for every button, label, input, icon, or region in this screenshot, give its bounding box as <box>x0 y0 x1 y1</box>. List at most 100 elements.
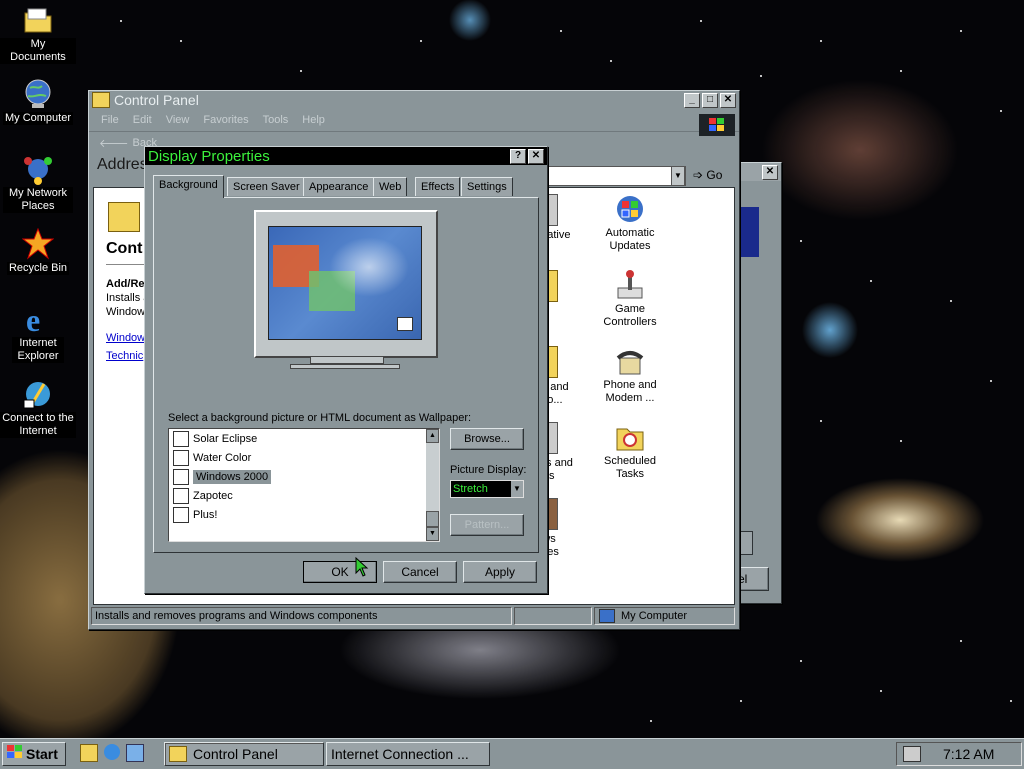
network-icon <box>22 153 54 185</box>
picture-display-select[interactable]: Stretch ▼ <box>450 480 524 498</box>
quick-launch <box>80 744 144 762</box>
clock[interactable]: 7:12 AM <box>943 746 994 762</box>
taskbar <box>0 738 1024 769</box>
desktop-icon-recycle-bin[interactable]: Recycle Bin <box>0 227 76 275</box>
scheduled-tasks-icon <box>614 422 646 452</box>
cp-item-scheduled-tasks[interactable]: Scheduled Tasks <box>590 422 670 481</box>
menu-bar: File Edit View Favorites Tools Help <box>89 109 739 136</box>
taskbar-button-internet-connection[interactable]: Internet Connection ... <box>326 742 490 766</box>
list-item[interactable]: Water Color <box>169 448 439 467</box>
dialog-title: Display Properties <box>148 147 270 165</box>
monitor-stand <box>310 356 384 364</box>
chevron-down-icon[interactable]: ▼ <box>511 481 523 497</box>
pattern-button[interactable]: Pattern... <box>450 514 524 536</box>
menu-help[interactable]: Help <box>302 114 325 126</box>
window-title: Control Panel <box>114 92 199 108</box>
address-dropdown[interactable]: ▼ <box>671 166 685 186</box>
menu-edit[interactable]: Edit <box>133 114 152 126</box>
svg-text:e: e <box>26 303 40 335</box>
maximize-button[interactable]: □ <box>702 92 718 108</box>
control-panel-large-icon <box>108 202 140 232</box>
cancel-button[interactable]: Cancel <box>383 561 457 583</box>
menu-tools[interactable]: Tools <box>263 114 289 126</box>
monitor-preview <box>254 210 438 369</box>
connect-icon <box>22 378 54 410</box>
status-text: Installs and removes programs and Window… <box>91 607 512 625</box>
tab-effects[interactable]: Effects <box>415 177 461 196</box>
address-field[interactable] <box>544 166 686 186</box>
control-panel-titlebar[interactable]: Control Panel _ □ ✕ <box>89 91 739 109</box>
picture-display-label: Picture Display: <box>450 464 527 476</box>
cp-item-automatic-updates[interactable]: Automatic Updates <box>590 194 670 253</box>
dialog-titlebar[interactable]: Display Properties ? ✕ <box>145 147 547 165</box>
my-computer-small-icon <box>599 609 615 623</box>
cancel-button-fragment[interactable]: el <box>737 567 769 591</box>
folder-icon <box>22 4 54 36</box>
close-button[interactable]: ✕ <box>762 164 778 180</box>
windows-flag-icon <box>397 317 413 331</box>
menu-favorites[interactable]: Favorites <box>203 114 248 126</box>
status-zone: My Computer <box>594 607 735 625</box>
tab-web[interactable]: Web <box>373 177 408 196</box>
minimize-button[interactable]: _ <box>684 92 700 108</box>
close-button[interactable]: ✕ <box>720 92 736 108</box>
list-item[interactable]: Solar Eclipse <box>169 429 439 448</box>
wallpaper-preview <box>268 226 422 340</box>
back-arrow-icon[interactable]: 🡐 <box>99 136 129 150</box>
control-panel-small-icon <box>169 746 187 762</box>
status-middle-pane <box>514 607 592 625</box>
taskbar-button-control-panel[interactable]: Control Panel <box>164 742 324 766</box>
menu-file[interactable]: File <box>101 114 119 126</box>
scroll-down-button[interactable]: ▼ <box>426 527 439 541</box>
desktop-icon-connect-to-internet[interactable]: Connect to the Internet <box>0 378 76 438</box>
tab-strip: Background Screen Saver Appearance Web E… <box>153 175 543 198</box>
vertical-scrollbar[interactable]: ▲ ▼ <box>426 429 439 541</box>
network-tray-icon[interactable] <box>903 746 921 762</box>
scroll-up-button[interactable]: ▲ <box>426 429 439 443</box>
html-document-icon <box>173 449 189 466</box>
browse-button[interactable]: Browse... <box>450 428 524 450</box>
apply-button[interactable]: Apply <box>463 561 537 583</box>
windows-flag-icon <box>7 743 23 765</box>
list-item[interactable]: Zapotec <box>169 486 439 505</box>
tab-background[interactable]: Background <box>153 175 224 198</box>
outlook-express-icon[interactable] <box>126 744 144 762</box>
tab-settings[interactable]: Settings <box>461 177 513 196</box>
go-button[interactable]: ➩ Go <box>693 166 722 184</box>
desktop-icon-my-computer[interactable]: My Computer <box>0 78 76 125</box>
desktop-icon-my-network-places[interactable]: My Network Places <box>0 153 76 213</box>
html-document-icon <box>173 487 189 504</box>
computer-icon <box>22 78 54 110</box>
left-pane-desc2: Window <box>106 306 146 318</box>
tab-screen-saver[interactable]: Screen Saver <box>227 177 306 196</box>
display-properties-dialog[interactable]: Display Properties ? ✕ Background Screen… <box>144 146 548 594</box>
list-item-selected[interactable]: Windows 2000 <box>169 467 439 486</box>
left-pane-link1[interactable]: Window <box>106 332 145 344</box>
start-button[interactable]: Start <box>2 742 66 766</box>
tab-appearance[interactable]: Appearance <box>303 177 375 196</box>
folder-small-icon <box>92 92 110 108</box>
html-document-icon <box>173 506 189 523</box>
close-button[interactable]: ✕ <box>528 148 544 164</box>
ie-icon[interactable] <box>104 744 120 760</box>
menu-view[interactable]: View <box>166 114 190 126</box>
list-item[interactable]: Plus! <box>169 505 439 524</box>
html-document-icon <box>173 468 189 485</box>
desktop-icon-my-documents[interactable]: My Documents <box>0 4 76 64</box>
ie-icon: e <box>22 302 54 338</box>
left-pane-desc1: Installs a <box>106 292 150 304</box>
cp-item-game-controllers[interactable]: Game Controllers <box>590 270 670 329</box>
background-tab-panel: Select a background picture or HTML docu… <box>153 197 539 553</box>
left-pane-link2[interactable]: Technic <box>106 350 143 362</box>
html-document-icon <box>173 430 189 447</box>
left-pane-heading: Cont <box>106 240 143 257</box>
show-desktop-icon[interactable] <box>80 744 98 762</box>
system-tray: 7:12 AM <box>896 742 1022 766</box>
cp-item-phone-and-modem[interactable]: Phone and Modem ... <box>590 346 670 405</box>
desktop-icon-internet-explorer[interactable]: e Internet Explorer <box>0 302 76 363</box>
scroll-thumb[interactable] <box>426 511 439 527</box>
help-button[interactable]: ? <box>510 148 526 164</box>
phone-icon <box>614 346 646 376</box>
wallpaper-list[interactable]: Solar Eclipse Water Color Windows 2000 Z… <box>168 428 440 542</box>
left-pane-subheading: Add/Re <box>106 278 145 290</box>
